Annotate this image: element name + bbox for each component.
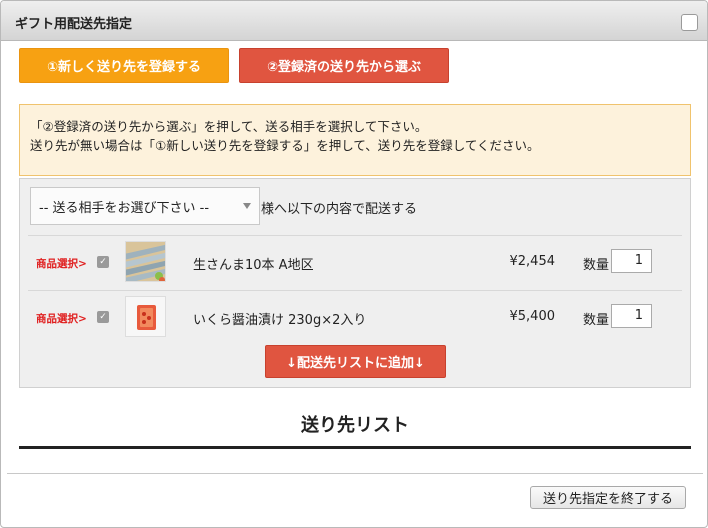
item-qty-label: 数量	[583, 313, 610, 328]
notice-line-1: 「②登録済の送り先から選ぶ」を押して、送る相手を選択して下さい。	[30, 119, 428, 134]
dialog-titlebar: ギフト用配送先指定	[1, 1, 707, 41]
item-price: ¥5,400	[509, 309, 556, 324]
close-icon[interactable]	[681, 14, 698, 31]
footer-divider	[7, 473, 703, 474]
recipient-select-value: -- 送る相手をお選び下さい --	[39, 200, 210, 216]
chevron-down-icon	[243, 203, 251, 209]
notice-line-2: 送り先が無い場合は「①新しい送り先を登録する」を押して、送り先を登録してください…	[30, 138, 540, 153]
add-to-list-button[interactable]: ↓配送先リストに追加↓	[265, 345, 446, 378]
item-name: 生さんま10本 A地区	[193, 258, 314, 273]
item-row: 商品選択> ✓ いくら醤油漬け 230g×2入り ¥5,400 数量 1	[20, 291, 692, 343]
item-qty-input[interactable]: 1	[611, 304, 652, 328]
item-qty-label: 数量	[583, 258, 610, 273]
item-checkbox[interactable]: ✓	[97, 311, 109, 323]
item-checkbox[interactable]: ✓	[97, 256, 109, 268]
new-destination-button[interactable]: ①新しく送り先を登録する	[19, 48, 229, 83]
items-panel: -- 送る相手をお選び下さい -- 様へ以下の内容で配送する 商品選択> ✓ 生…	[19, 178, 691, 388]
saury-fish-icon	[125, 241, 166, 282]
instruction-notice: 「②登録済の送り先から選ぶ」を押して、送る相手を選択して下さい。 送り先が無い場…	[19, 104, 691, 176]
recipient-suffix: 様へ以下の内容で配送する	[261, 202, 418, 217]
dialog-title: ギフト用配送先指定	[15, 17, 133, 32]
recipient-select[interactable]: -- 送る相手をお選び下さい --	[30, 187, 260, 225]
item-price: ¥2,454	[509, 254, 556, 269]
item-pick-label: 商品選択>	[36, 313, 87, 325]
item-qty-input[interactable]: 1	[611, 249, 652, 273]
finish-button[interactable]: 送り先指定を終了する	[530, 486, 686, 509]
item-pick-label: 商品選択>	[36, 258, 87, 270]
item-row: 商品選択> ✓ 生さんま10本 A地区 ¥2,454 数量 1	[20, 236, 692, 288]
registered-destination-button[interactable]: ②登録済の送り先から選ぶ	[239, 48, 449, 83]
destination-list-title: 送り先リスト	[301, 415, 409, 436]
item-name: いくら醤油漬け 230g×2入り	[193, 313, 367, 328]
gift-destination-dialog: ギフト用配送先指定 ①新しく送り先を登録する ②登録済の送り先から選ぶ 「②登録…	[0, 0, 708, 528]
salmon-roe-icon	[125, 296, 166, 337]
list-divider	[19, 446, 691, 449]
